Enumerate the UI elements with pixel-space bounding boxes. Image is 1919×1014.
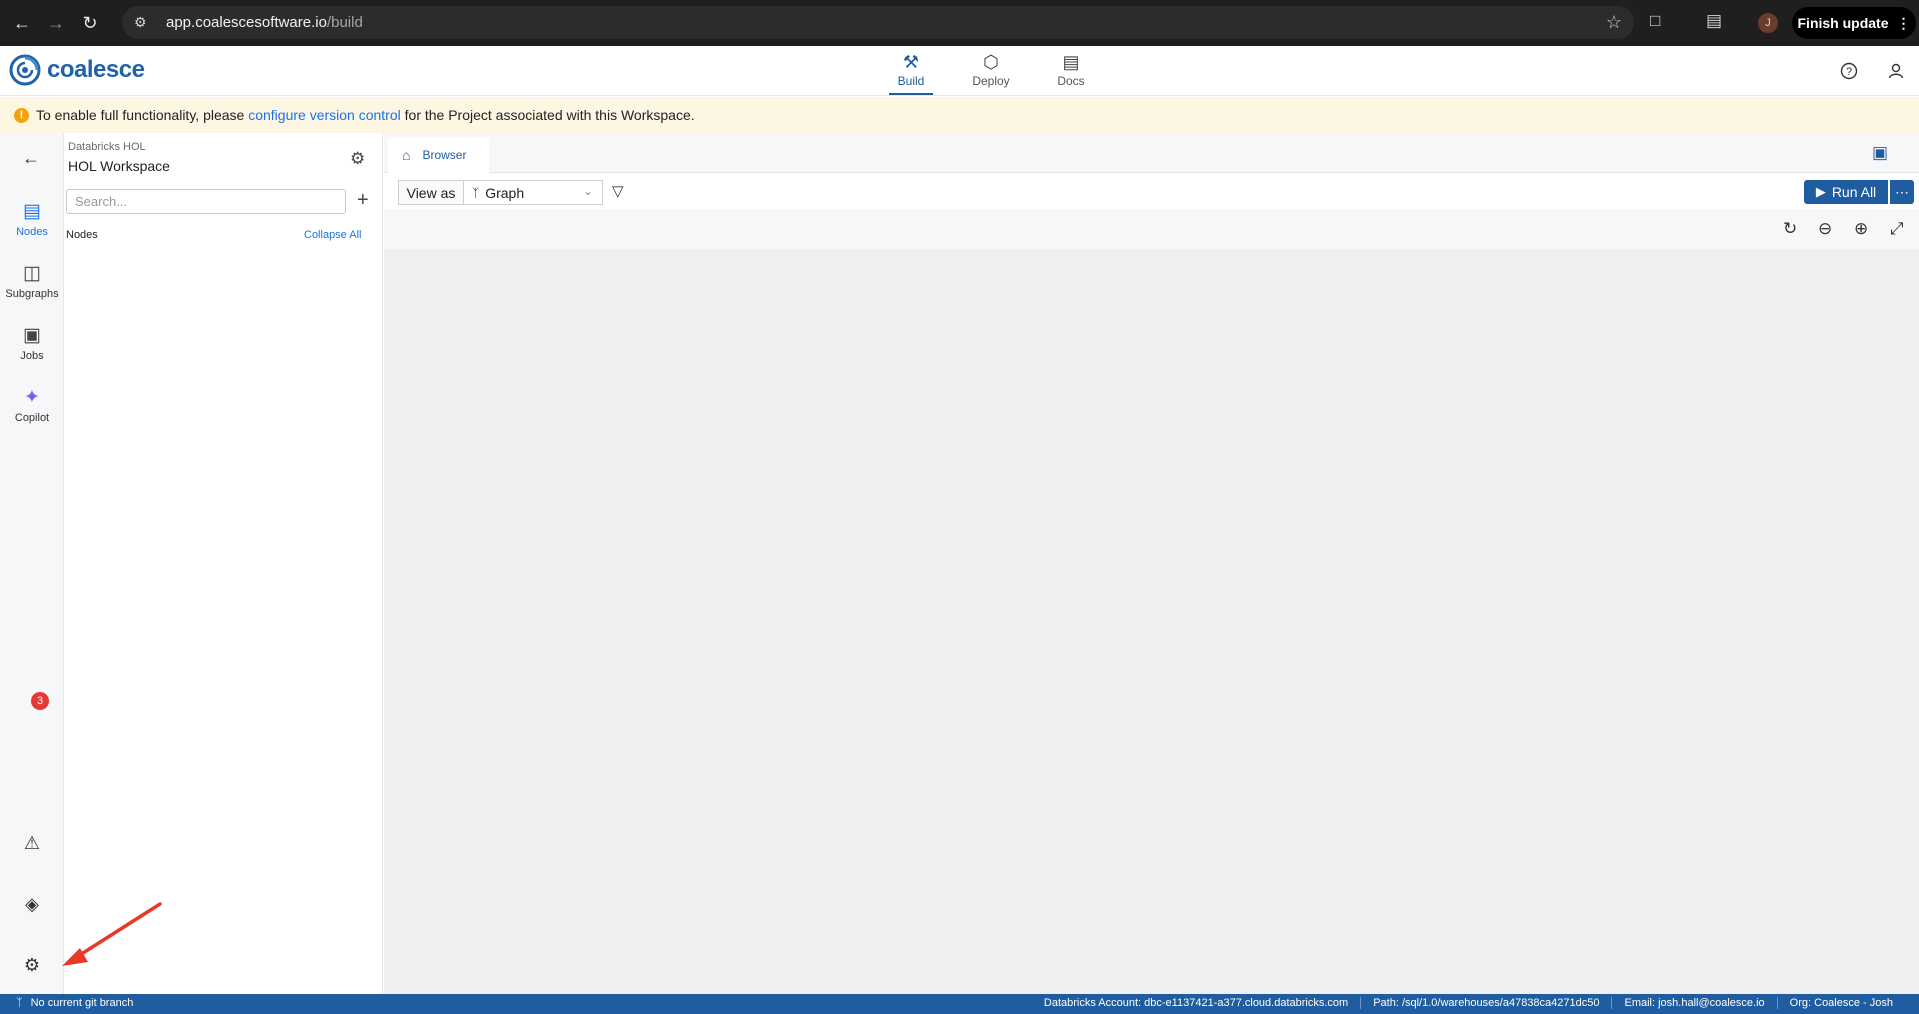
help-icon[interactable]: ?	[1838, 60, 1860, 82]
bookmark-star-icon[interactable]: ☆	[1606, 12, 1622, 33]
version-control-banner: ! To enable full functionality, please c…	[0, 97, 1919, 133]
extensions-icon[interactable]: □	[1650, 11, 1660, 31]
graph-toolbar: View as ᛉ Graph ⌄ ▽ ▶ Run All ⋯	[384, 173, 1919, 209]
problems-count-badge: 3	[31, 692, 49, 710]
copilot-icon: ✦	[24, 387, 40, 408]
zoom-in-icon[interactable]: ⊕	[1854, 219, 1868, 239]
chevron-down-icon: ⌄	[582, 184, 593, 198]
graph-controls: ↻ ⊖ ⊕ ⤢	[384, 209, 1919, 249]
forward-icon[interactable]: →	[44, 11, 68, 35]
rail-item-jobs[interactable]: ▣ Jobs	[0, 324, 64, 362]
org-status: Org: Coalesce - Josh	[1776, 997, 1905, 1009]
refresh-icon[interactable]: ↻	[1783, 219, 1797, 239]
tab-docs[interactable]: ▤ Docs	[1041, 52, 1101, 88]
close-panel-icon[interactable]: ▣	[1872, 143, 1888, 163]
collapse-all-link[interactable]: Collapse All	[304, 229, 361, 241]
coalesce-logo[interactable]: coalesce	[9, 54, 145, 86]
configure-version-control-link[interactable]: configure version control	[248, 107, 401, 123]
logo-text: coalesce	[47, 56, 145, 83]
environment-name: Databricks HOL	[68, 141, 146, 153]
email-status: Email: josh.hall@coalesce.io	[1611, 997, 1776, 1009]
problems-icon[interactable]: ⚠	[19, 830, 45, 856]
tab-search-icon[interactable]: ▤	[1706, 11, 1722, 31]
reload-icon[interactable]: ↻	[78, 11, 102, 35]
editor-tab-bar: ⌂ Browser ▣	[384, 133, 1919, 173]
banner-suffix: for the Project associated with this Wor…	[400, 107, 695, 123]
zoom-out-icon[interactable]: ⊖	[1818, 219, 1832, 239]
kebab-menu-icon: ⋮	[1896, 14, 1911, 31]
rail-item-nodes[interactable]: ▤ Nodes	[0, 200, 64, 238]
view-as-label: View as	[398, 180, 463, 205]
run-options-button[interactable]: ⋯	[1890, 180, 1914, 204]
browser-toolbar: ← → ↻ ⚙ app.coalescesoftware.io/build ☆ …	[0, 0, 1919, 46]
deploy-icon: ⬡	[983, 52, 999, 72]
nodes-section-label: Nodes	[66, 229, 98, 241]
jobs-icon: ▣	[23, 325, 41, 346]
node-search-input[interactable]	[66, 189, 346, 214]
graph-canvas[interactable]	[384, 249, 1919, 994]
site-info-icon[interactable]: ⚙	[134, 14, 154, 31]
coalesce-logo-icon	[9, 54, 41, 86]
view-mode-select[interactable]: ᛉ Graph ⌄	[463, 180, 603, 205]
rail-item-subgraphs[interactable]: ◫ Subgraphs	[0, 262, 64, 300]
url-text: app.coalescesoftware.io/build	[166, 14, 363, 31]
tab-build[interactable]: ⚒ Build	[881, 52, 941, 95]
git-branch-status[interactable]: ᛉ No current git branch	[16, 997, 133, 1009]
branch-graph-icon: ᛉ	[472, 185, 480, 200]
add-node-icon[interactable]: +	[357, 189, 369, 212]
fit-view-icon[interactable]: ⤢	[1890, 219, 1904, 239]
play-circle-icon: ▶	[1815, 184, 1826, 199]
home-icon: ⌂	[402, 147, 411, 163]
user-icon[interactable]	[1885, 60, 1907, 82]
profile-avatar[interactable]: J	[1758, 13, 1778, 33]
account-status: Databricks Account: dbc-e1137421-a377.cl…	[1043, 997, 1349, 1009]
warning-icon: !	[14, 107, 29, 123]
settings-gear-icon[interactable]: ⚙	[19, 952, 45, 978]
finish-update-button[interactable]: Finish update ⋮	[1792, 7, 1916, 39]
build-icon: ⚒	[902, 52, 920, 72]
tab-browser[interactable]: ⌂ Browser	[388, 137, 489, 173]
svg-text:?: ?	[1846, 66, 1852, 78]
back-icon[interactable]: ←	[10, 11, 34, 35]
rail-item-copilot[interactable]: ✦ Copilot	[0, 386, 64, 424]
address-bar[interactable]: ⚙ app.coalescesoftware.io/build ☆	[122, 6, 1634, 39]
filter-icon[interactable]: ▽	[612, 182, 624, 200]
tab-deploy[interactable]: ⬡ Deploy	[961, 52, 1021, 88]
back-arrow-icon[interactable]: ←	[22, 148, 40, 169]
workspace-settings-icon[interactable]: ⚙	[350, 149, 365, 169]
annotation-arrow	[62, 902, 162, 966]
nodes-panel: Databricks HOL HOL Workspace ⚙ + Nodes C…	[64, 133, 383, 994]
docs-icon: ▤	[1062, 52, 1080, 72]
nodes-icon: ▤	[23, 201, 41, 222]
main-area: ⌂ Browser ▣ View as ᛉ Graph ⌄ ▽ ▶ Run Al…	[384, 133, 1919, 994]
workspace-name: HOL Workspace	[68, 158, 170, 174]
status-bar: ᛉ No current git branch Databricks Accou…	[0, 994, 1919, 1014]
git-icon[interactable]: ◈	[19, 891, 45, 917]
banner-prefix: To enable full functionality, please	[36, 107, 249, 123]
git-branch-icon: ᛉ	[16, 997, 23, 1009]
app-header: coalesce ⚒ Build ⬡ Deploy ▤ Docs ?	[0, 46, 1919, 96]
subgraphs-icon: ◫	[23, 263, 41, 284]
run-all-button[interactable]: ▶ Run All	[1804, 180, 1888, 204]
path-status: Path: /sql/1.0/warehouses/a47838ca4271dc…	[1360, 997, 1611, 1009]
